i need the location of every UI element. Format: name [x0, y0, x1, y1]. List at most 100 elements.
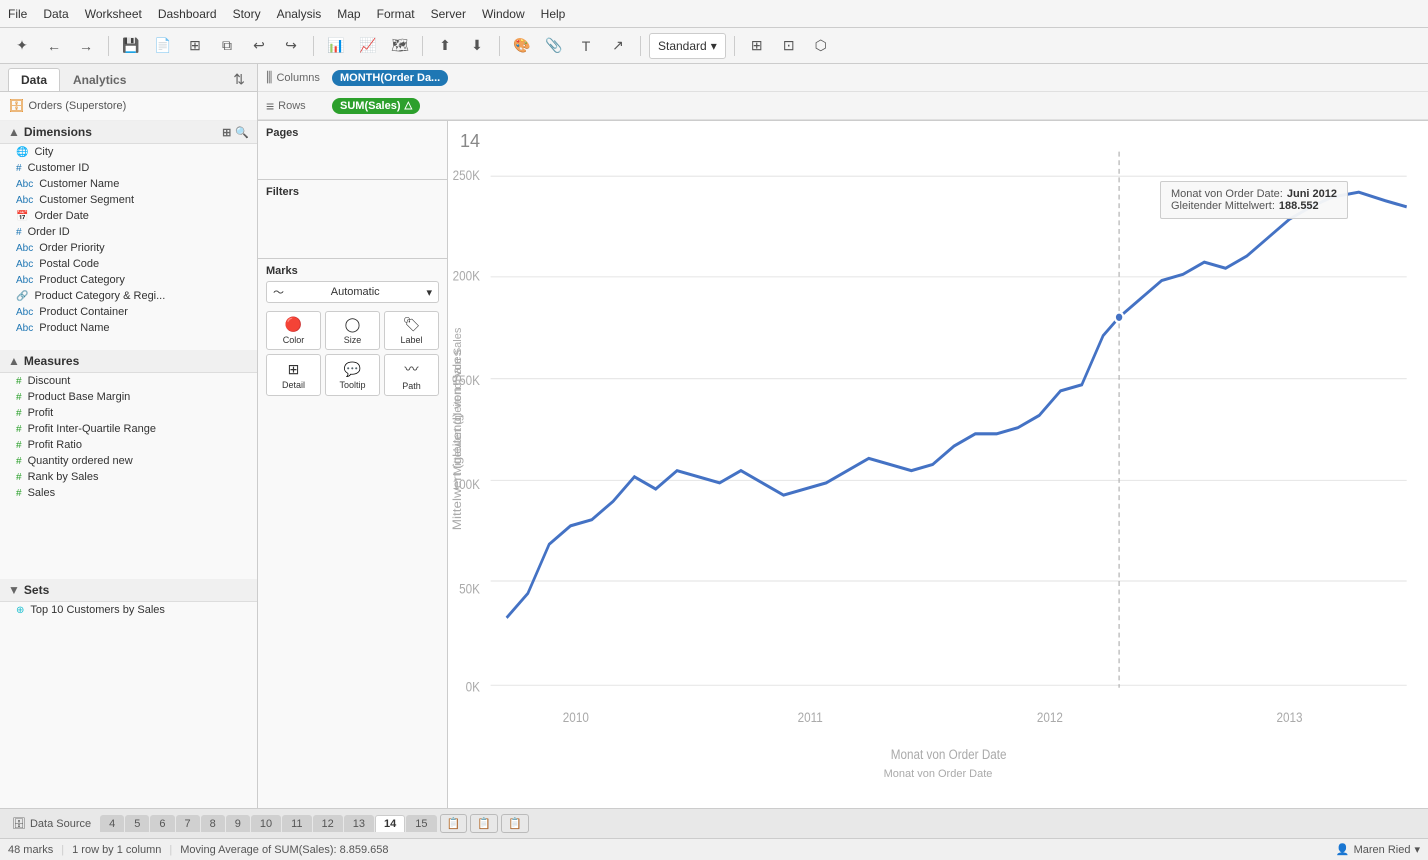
- menu-format[interactable]: Format: [377, 7, 415, 21]
- field-sales[interactable]: # Sales: [0, 485, 257, 501]
- label-icon: 🏷: [403, 316, 421, 333]
- field-customer-id[interactable]: # Customer ID: [0, 160, 257, 176]
- rows-cols-count: 1 row by 1 column: [72, 844, 161, 856]
- field-order-priority[interactable]: Abc Order Priority: [0, 240, 257, 256]
- menu-help[interactable]: Help: [541, 7, 566, 21]
- new-datasource-button[interactable]: 📄: [149, 33, 177, 59]
- tab-15[interactable]: 15: [406, 815, 436, 832]
- color-button[interactable]: 🎨: [508, 33, 536, 59]
- measures-collapse[interactable]: ▲: [8, 354, 20, 368]
- datasource-tab[interactable]: 🗄 Data Source: [4, 815, 99, 832]
- menu-worksheet[interactable]: Worksheet: [85, 7, 142, 21]
- tab-11[interactable]: 11: [282, 815, 311, 832]
- standard-dropdown[interactable]: Standard ▾: [649, 33, 726, 59]
- dimensions-collapse[interactable]: ▲: [8, 125, 20, 139]
- field-product-container[interactable]: Abc Product Container: [0, 304, 257, 320]
- tab-8[interactable]: 8: [201, 815, 225, 832]
- share-button[interactable]: ⬡: [807, 33, 835, 59]
- field-order-id[interactable]: # Order ID: [0, 224, 257, 240]
- menu-analysis[interactable]: Analysis: [277, 7, 322, 21]
- marks-detail-button[interactable]: ⊞ Detail: [266, 354, 321, 396]
- grid-view-button[interactable]: ⊞: [743, 33, 771, 59]
- panel-options-button[interactable]: ⇅: [229, 69, 249, 90]
- user-dropdown-arrow[interactable]: ▾: [1414, 843, 1420, 856]
- abc-icon-5: Abc: [16, 275, 33, 286]
- fit-button[interactable]: ⊡: [775, 33, 803, 59]
- menu-window[interactable]: Window: [482, 7, 525, 21]
- field-profit-iqr[interactable]: # Profit Inter-Quartile Range: [0, 421, 257, 437]
- new-sheet-icon-1[interactable]: 📋: [440, 814, 468, 833]
- marks-size-button[interactable]: ◯ Size: [325, 311, 380, 350]
- marks-type-dropdown[interactable]: 〜 Automatic ▾: [266, 281, 439, 303]
- field-discount[interactable]: # Discount: [0, 373, 257, 389]
- tab-14[interactable]: 14: [375, 815, 405, 832]
- menu-story[interactable]: Story: [233, 7, 261, 21]
- sets-collapse[interactable]: ▼: [8, 583, 20, 597]
- chart-tooltip: Monat von Order Date: Juni 2012 Gleitend…: [1160, 181, 1348, 219]
- rows-pill[interactable]: SUM(Sales) △: [332, 98, 420, 114]
- tab-9[interactable]: 9: [226, 815, 250, 832]
- field-profit-ratio[interactable]: # Profit Ratio: [0, 437, 257, 453]
- field-product-category-regi[interactable]: 🔗 Product Category & Regi...: [0, 288, 257, 304]
- new-sheet-icon-2[interactable]: 📋: [470, 814, 498, 833]
- field-rank-by-sales[interactable]: # Rank by Sales: [0, 469, 257, 485]
- menu-data[interactable]: Data: [43, 7, 68, 21]
- field-profit[interactable]: # Profit: [0, 405, 257, 421]
- save-button[interactable]: 💾: [117, 33, 145, 59]
- field-qty-ordered[interactable]: # Quantity ordered new: [0, 453, 257, 469]
- dimensions-grid-icon[interactable]: ⊞: [222, 126, 231, 139]
- svg-text:0K: 0K: [466, 680, 481, 695]
- field-product-base-margin[interactable]: # Product Base Margin: [0, 389, 257, 405]
- tab-data[interactable]: Data: [8, 68, 60, 91]
- forward-button[interactable]: →: [72, 33, 100, 59]
- redo-button[interactable]: ↪: [277, 33, 305, 59]
- field-customer-name[interactable]: Abc Customer Name: [0, 176, 257, 192]
- marks-path-button[interactable]: 〰 Path: [384, 354, 439, 396]
- abc-icon: Abc: [16, 179, 33, 190]
- field-product-category[interactable]: Abc Product Category: [0, 272, 257, 288]
- field-city[interactable]: 🌐 City: [0, 144, 257, 160]
- tab-4[interactable]: 4: [100, 815, 124, 832]
- datasource-icon-bottom: 🗄: [12, 817, 26, 830]
- dimensions-search-icon[interactable]: 🔍: [235, 126, 249, 139]
- hash-icon-10: #: [16, 488, 22, 499]
- pointer-button[interactable]: ↗: [604, 33, 632, 59]
- line-chart-button[interactable]: 📈: [354, 33, 382, 59]
- menu-dashboard[interactable]: Dashboard: [158, 7, 217, 21]
- menu-map[interactable]: Map: [337, 7, 360, 21]
- tab-6[interactable]: 6: [150, 815, 174, 832]
- sort-desc-button[interactable]: ⬇: [463, 33, 491, 59]
- marks-color-button[interactable]: 🔴 Color: [266, 311, 321, 350]
- field-customer-segment[interactable]: Abc Customer Segment: [0, 192, 257, 208]
- tab-13[interactable]: 13: [344, 815, 374, 832]
- text-button[interactable]: T: [572, 33, 600, 59]
- marks-label-button[interactable]: 🏷 Label: [384, 311, 439, 350]
- columns-pill[interactable]: MONTH(Order Da...: [332, 70, 448, 86]
- annotation-button[interactable]: 📎: [540, 33, 568, 59]
- filters-empty: [266, 202, 439, 252]
- tab-10[interactable]: 10: [251, 815, 281, 832]
- marks-tooltip-button[interactable]: 💬 Tooltip: [325, 354, 380, 396]
- bar-chart-button[interactable]: 📊: [322, 33, 350, 59]
- sort-asc-button[interactable]: ⬆: [431, 33, 459, 59]
- tab-12[interactable]: 12: [313, 815, 343, 832]
- tab-analytics[interactable]: Analytics: [60, 68, 139, 91]
- rows-icon: ≡: [266, 98, 274, 114]
- duplicate-button[interactable]: ⧉: [213, 33, 241, 59]
- menu-file[interactable]: File: [8, 7, 27, 21]
- field-product-name[interactable]: Abc Product Name: [0, 320, 257, 336]
- undo-button[interactable]: ↩: [245, 33, 273, 59]
- field-postal-code[interactable]: Abc Postal Code: [0, 256, 257, 272]
- bottom-tabs: 🗄 Data Source 4 5 6 7 8 9 10 11 12 13 14…: [0, 808, 1428, 838]
- home-button[interactable]: ✦: [8, 33, 36, 59]
- field-order-date[interactable]: 📅 Order Date: [0, 208, 257, 224]
- field-top10-customers[interactable]: ⊕ Top 10 Customers by Sales: [0, 602, 257, 618]
- tab-7[interactable]: 7: [176, 815, 200, 832]
- new-sheet-icon-3[interactable]: 📋: [501, 814, 529, 833]
- back-button[interactable]: ←: [40, 33, 68, 59]
- new-worksheet-button[interactable]: ⊞: [181, 33, 209, 59]
- tab-5[interactable]: 5: [125, 815, 149, 832]
- menu-server[interactable]: Server: [431, 7, 466, 21]
- map-chart-button[interactable]: 🗺: [386, 33, 414, 59]
- hash-icon-7: #: [16, 440, 22, 451]
